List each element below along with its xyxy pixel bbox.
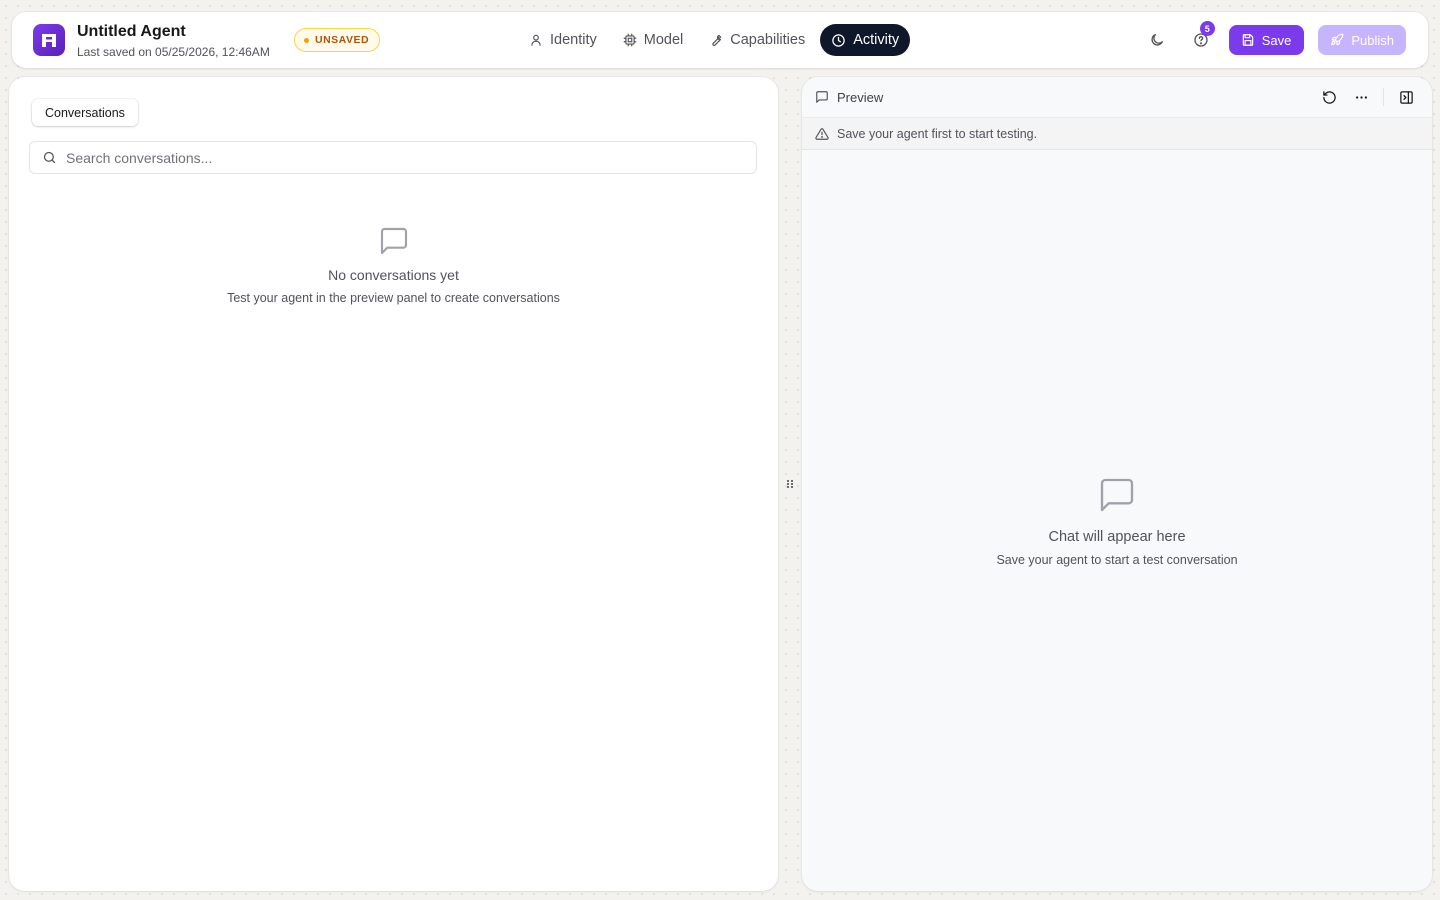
cpu-icon: [623, 33, 637, 47]
more-options-button[interactable]: [1345, 81, 1377, 113]
empty-state: No conversations yet Test your agent in …: [9, 225, 778, 305]
panel-right-icon: [1399, 90, 1414, 105]
preview-actions: [1313, 81, 1422, 113]
save-icon: [1241, 33, 1255, 47]
preview-title: Preview: [837, 89, 884, 105]
moon-icon: [1149, 32, 1165, 48]
warning-text: Save your agent first to start testing.: [837, 126, 1038, 141]
reset-button[interactable]: [1313, 81, 1345, 113]
empty-state-description: Test your agent in the preview panel to …: [227, 291, 560, 305]
warning-banner: Save your agent first to start testing.: [802, 117, 1432, 150]
chat-bubble-icon: [802, 475, 1432, 515]
message-square-icon: [9, 225, 778, 257]
search-input[interactable]: [66, 149, 756, 166]
wrench-icon: [709, 33, 723, 47]
save-button-label: Save: [1261, 32, 1292, 48]
more-horizontal-icon: [1354, 90, 1369, 105]
tab-model-label: Model: [643, 32, 684, 48]
collapse-panel-button[interactable]: [1390, 81, 1422, 113]
tab-identity-label: Identity: [550, 32, 597, 48]
tab-identity[interactable]: Identity: [518, 24, 608, 56]
chat-empty-title: Chat will appear here: [1048, 529, 1186, 545]
publish-button-label: Publish: [1351, 32, 1394, 48]
app-logo-icon: [33, 24, 65, 56]
user-icon: [529, 33, 543, 47]
refresh-icon: [1322, 90, 1337, 105]
rocket-icon: [1330, 33, 1344, 47]
save-button[interactable]: Save: [1228, 25, 1305, 55]
tab-activity-label: Activity: [853, 32, 900, 48]
help-count-badge: 5: [1199, 21, 1215, 36]
publish-button[interactable]: Publish: [1318, 25, 1406, 55]
nav-tabs: Identity Model Capabilities Activity: [518, 24, 911, 56]
panel-resize-handle[interactable]: [786, 478, 794, 490]
tab-model[interactable]: Model: [612, 24, 695, 56]
status-badge: UNSAVED: [294, 28, 381, 52]
status-dot-icon: [304, 37, 309, 43]
search-icon: [42, 150, 57, 165]
clock-icon: [831, 33, 846, 48]
tab-capabilities-label: Capabilities: [730, 32, 806, 48]
tab-conversations[interactable]: Conversations: [32, 99, 138, 126]
chat-empty-state: Chat will appear here Save your agent to…: [802, 475, 1432, 567]
last-saved-text: Last saved on 05/25/2026, 12:46AM: [77, 45, 270, 59]
conversations-panel: Conversations No conversations yet Test …: [9, 77, 778, 891]
search-box: [29, 141, 757, 174]
header-actions: 5 Save Publish: [1141, 21, 1406, 56]
agent-title: Untitled Agent: [77, 23, 186, 40]
theme-toggle-button[interactable]: [1141, 24, 1173, 56]
status-badge-label: UNSAVED: [315, 34, 370, 46]
top-bar: Untitled Agent Last saved on 05/25/2026,…: [12, 12, 1428, 68]
chat-empty-description: Save your agent to start a test conversa…: [996, 553, 1238, 567]
preview-panel: Preview Save your agent first to start t…: [802, 77, 1432, 891]
divider: [1383, 88, 1384, 106]
alert-triangle-icon: [815, 127, 829, 141]
empty-state-title: No conversations yet: [328, 267, 459, 283]
message-square-icon: [815, 90, 829, 104]
tab-capabilities[interactable]: Capabilities: [698, 24, 816, 56]
help-button[interactable]: 5: [1185, 21, 1217, 56]
tab-activity[interactable]: Activity: [820, 24, 911, 56]
preview-header: Preview: [802, 77, 1432, 117]
